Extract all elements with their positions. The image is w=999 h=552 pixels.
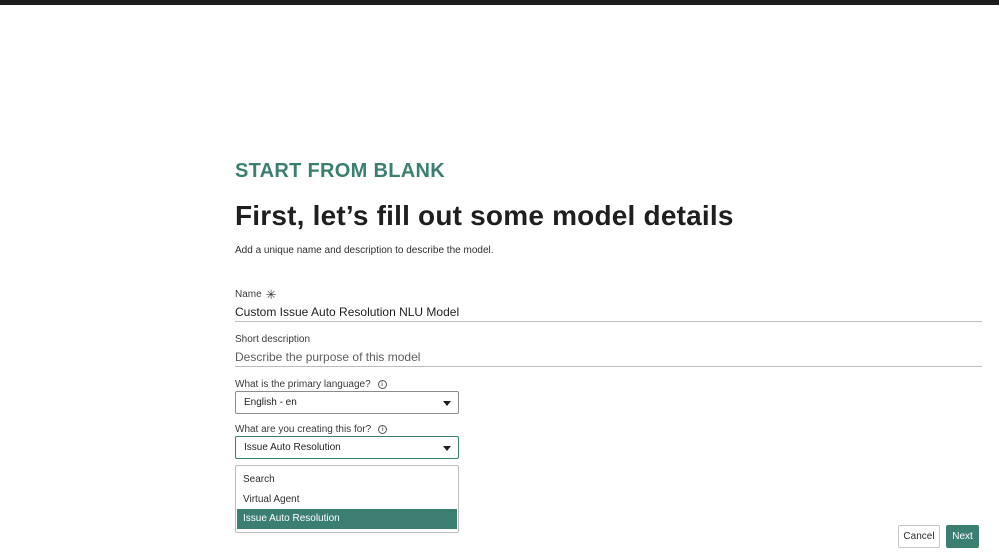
purpose-select[interactable]: Issue Auto Resolution <box>235 436 459 459</box>
top-bar <box>0 0 999 5</box>
purpose-label-text: What are you creating this for? <box>235 424 372 435</box>
page-title: First, let’s fill out some model details <box>235 200 734 231</box>
info-icon[interactable]: i <box>377 380 387 389</box>
cancel-button[interactable]: Cancel <box>898 525 940 548</box>
language-select-value: English - en <box>244 397 297 408</box>
chevron-down-icon <box>443 401 451 406</box>
name-input[interactable] <box>235 302 982 322</box>
dropdown-option-virtual-agent[interactable]: Virtual Agent <box>237 490 457 510</box>
info-icon[interactable]: i <box>378 425 388 434</box>
chevron-down-icon <box>443 446 451 451</box>
purpose-label: What are you creating this for? i <box>235 424 388 435</box>
purpose-dropdown-menu: Search Virtual Agent Issue Auto Resoluti… <box>235 465 459 533</box>
next-button[interactable]: Next <box>946 525 979 548</box>
short-description-label-text: Short description <box>235 334 311 345</box>
short-description-input[interactable] <box>235 347 982 367</box>
page-subtitle: Add a unique name and description to des… <box>235 245 494 256</box>
purpose-select-value: Issue Auto Resolution <box>244 442 341 453</box>
wizard-eyebrow: START FROM BLANK <box>235 160 445 182</box>
required-icon: ✳ <box>265 286 277 302</box>
dropdown-option-search[interactable]: Search <box>237 470 457 490</box>
name-label-text: Name <box>235 289 262 300</box>
dropdown-option-issue-auto-resolution[interactable]: Issue Auto Resolution <box>237 509 457 529</box>
language-label-text: What is the primary language? <box>235 379 371 390</box>
language-select[interactable]: English - en <box>235 391 459 414</box>
name-label: Name ✳ <box>235 286 277 302</box>
language-label: What is the primary language? i <box>235 379 387 390</box>
short-description-label: Short description <box>235 334 310 345</box>
